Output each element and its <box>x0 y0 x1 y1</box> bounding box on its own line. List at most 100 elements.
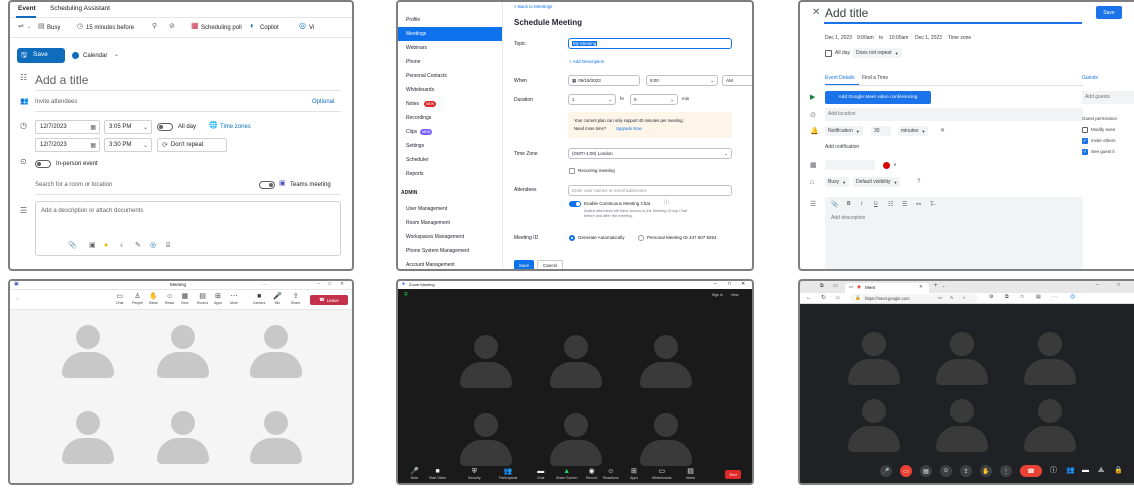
workspaces-icon[interactable]: ⧉ <box>820 284 824 289</box>
mute-button[interactable]: 🎤 Mute <box>410 468 419 480</box>
raise-hand-button[interactable]: ✋ <box>980 465 992 477</box>
more-icon[interactable]: ⌸ <box>166 242 170 249</box>
apps-button[interactable]: ⊞ Apps <box>214 293 222 305</box>
description-box[interactable]: Add a description or attach documents 📎 … <box>35 201 341 256</box>
more-button[interactable]: ⋯ More <box>230 293 238 305</box>
share-screen-button[interactable]: ▲ Share Screen <box>556 468 577 480</box>
sidebar-item-recordings[interactable]: Recordings <box>398 111 502 125</box>
copilot-icon[interactable]: ◎ <box>1070 294 1075 300</box>
notification-type-dropdown[interactable]: Notification ▼ <box>825 126 863 136</box>
attach-icon[interactable]: 📎 <box>68 242 77 249</box>
start-date[interactable]: Dec 1, 2023 <box>825 36 852 41</box>
all-day-checkbox[interactable] <box>825 50 832 57</box>
participants-button[interactable]: 👥 Participants <box>499 468 517 480</box>
close-icon[interactable]: ✕ <box>940 128 945 134</box>
calendar-picker[interactable]: Calendar <box>83 53 107 59</box>
camera-permission-icon[interactable]: ▭ <box>938 295 942 301</box>
repeat-dropdown[interactable]: Does not repeat ▼ <box>853 48 902 58</box>
add-guests-input[interactable]: Add guests <box>1082 91 1134 104</box>
permission-invite-checkbox[interactable]: ✓ <box>1082 138 1088 144</box>
image-icon[interactable]: ▣ <box>89 242 96 249</box>
react-button[interactable]: ☺ React <box>165 293 174 305</box>
more-icon[interactable]: ⋯ <box>1052 295 1057 300</box>
add-notification-link[interactable]: Add notification <box>825 145 859 150</box>
tag-icon[interactable]: ⚲ <box>152 23 157 30</box>
repeat-dropdown[interactable]: ⟳ Don't repeat <box>157 138 227 152</box>
time-zones-link[interactable]: Time zones <box>220 124 251 130</box>
leave-call-button[interactable]: ☎ <box>1020 465 1042 477</box>
close-icon[interactable]: ✕ <box>812 8 820 18</box>
invite-attendees-input[interactable]: Invite attendees <box>35 99 77 105</box>
tab-event-details[interactable]: Event Details <box>825 76 854 81</box>
teams-meeting-toggle[interactable] <box>259 181 275 189</box>
start-date-field[interactable]: 12/7/2023 ▦ <box>35 120 100 134</box>
in-person-toggle[interactable] <box>35 160 51 168</box>
chat-button[interactable]: ▭ Chat <box>116 293 123 305</box>
split-screen-icon[interactable]: ⧉ <box>1005 295 1009 300</box>
room-search-input[interactable]: Search for a room or location <box>35 182 112 188</box>
sidebar-item-notes[interactable]: Notes <box>398 97 502 111</box>
sidebar-item-whiteboards[interactable]: Whiteboards <box>398 83 502 97</box>
personal-id-radio[interactable] <box>638 235 644 241</box>
attach-icon[interactable]: 📎 <box>831 202 838 208</box>
pen-icon[interactable]: ✎ <box>135 242 141 249</box>
italic-icon[interactable]: I <box>861 202 862 207</box>
bold-icon[interactable]: B <box>847 202 851 207</box>
raise-hand-button[interactable]: ✋ Raise <box>149 293 158 305</box>
emoji-button[interactable]: ☺ <box>940 465 952 477</box>
sidebar-item-webinars[interactable]: Webinars <box>398 41 502 55</box>
people-icon[interactable]: 👥 <box>1066 467 1075 474</box>
add-description-link[interactable]: + Add Description <box>569 59 604 65</box>
leave-button[interactable]: ☎ Leave <box>310 295 348 305</box>
scheduling-poll-button[interactable]: Scheduling poll <box>201 25 242 31</box>
mic-button[interactable]: 🎤 <box>880 465 892 477</box>
close-tab-icon[interactable]: ✕ <box>919 284 923 290</box>
sidebar-item-settings[interactable]: Settings <box>398 139 502 153</box>
mic-button[interactable]: 🎤 Mic <box>273 293 282 305</box>
link-icon[interactable]: ⚯ <box>916 202 921 208</box>
refresh-icon[interactable]: ↻ <box>821 295 826 301</box>
upgrade-link[interactable]: Upgrade Now <box>616 126 642 131</box>
emoji-icon[interactable]: ● <box>104 242 108 249</box>
end-time[interactable]: 10:00am <box>889 36 908 41</box>
topic-input[interactable]: My Meeting <box>568 38 732 49</box>
description-editor[interactable]: 📎 B I U ☷ ☰ ⚯ T̶ Add description <box>825 197 1083 269</box>
sign-in-link[interactable]: Sign in <box>712 293 723 298</box>
home-icon[interactable]: ⌂ <box>836 295 840 301</box>
title-input[interactable]: Add title <box>825 7 868 19</box>
close-icon[interactable]: ✕ <box>741 282 745 287</box>
sidebar-item-phone[interactable]: Phone <box>398 55 502 69</box>
captions-button[interactable]: ▤ <box>920 465 932 477</box>
time-zone-select[interactable]: (GMT+1:00) London ⌄ <box>568 148 732 159</box>
maximize-icon[interactable]: □ <box>328 282 331 287</box>
sidebar-item-contacts[interactable]: Personal Contacts <box>398 69 502 83</box>
add-meet-button[interactable]: Add Google Meet video conferencing <box>825 91 931 104</box>
end-button[interactable]: End <box>725 470 741 479</box>
info-icon[interactable]: ⓘ <box>1050 467 1057 474</box>
busy-dropdown[interactable]: Busy ▼ <box>825 177 850 187</box>
time-select[interactable]: 9:00 ⌄ <box>646 75 718 86</box>
continuous-chat-toggle[interactable] <box>569 201 581 207</box>
end-date[interactable]: Dec 1, 2023 <box>915 36 942 41</box>
info-icon[interactable]: ⓘ <box>664 201 669 206</box>
present-button[interactable]: ⇪ <box>960 465 972 477</box>
sidebar-item-meetings[interactable]: Meetings <box>398 27 502 41</box>
start-time[interactable]: 9:00am <box>857 36 874 41</box>
date-picker[interactable]: ▦ 09/19/2023 <box>568 75 640 86</box>
favorite-icon[interactable]: ☆ <box>962 295 966 301</box>
reactions-button[interactable]: ☺ Reactions <box>603 468 619 480</box>
view-button[interactable]: View <box>731 293 739 298</box>
extensions-icon[interactable]: ⚙ <box>989 295 993 300</box>
sidebar-item-profile[interactable]: Profile <box>398 13 502 27</box>
all-day-toggle[interactable] <box>157 123 173 131</box>
back-icon[interactable]: ← <box>806 295 812 301</box>
attendees-input[interactable]: Enter user names or email addresses <box>568 185 732 196</box>
reminder-dropdown[interactable]: 15 minutes before <box>86 25 134 31</box>
favorites-icon[interactable]: ✩ <box>1020 295 1024 300</box>
sidebar-item-workspaces-management[interactable]: Workspaces Management <box>398 230 502 244</box>
visibility-dropdown[interactable]: Default visibility ▼ <box>853 177 901 187</box>
help-icon[interactable]: ? <box>917 179 920 185</box>
chat-button[interactable]: ▬ Chat <box>537 468 544 480</box>
time-zone-link[interactable]: Time zone <box>948 36 971 41</box>
permission-see-guests-checkbox[interactable]: ✓ <box>1082 149 1088 155</box>
